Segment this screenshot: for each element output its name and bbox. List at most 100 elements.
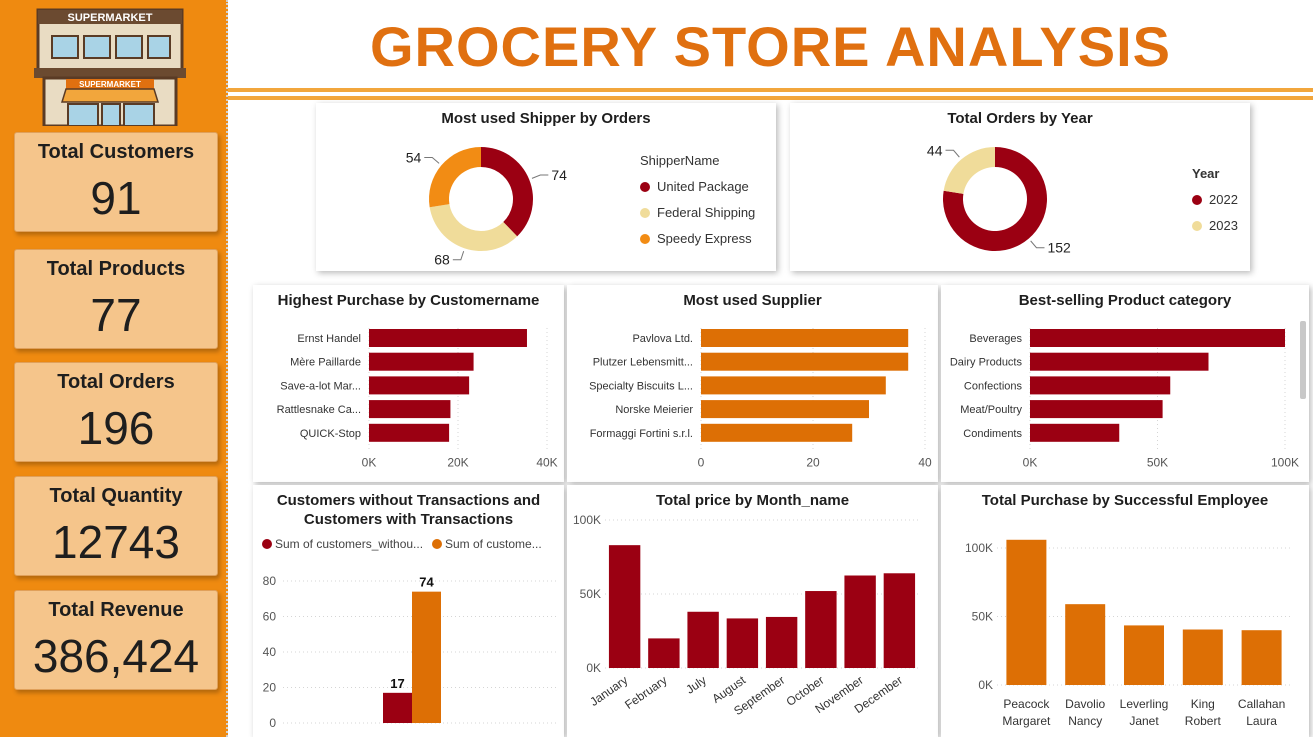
- bar: [369, 329, 527, 347]
- panel-supplier[interactable]: Most used Supplier 0 20 40 Pavlova Ltd. Plut…: [567, 285, 938, 482]
- panel-transactions[interactable]: Customers without Transactions and Custo…: [253, 485, 564, 737]
- category-label: Callahan: [1238, 697, 1285, 711]
- bar: [1030, 423, 1120, 442]
- tick-label: 100K: [573, 513, 601, 527]
- tick-label: 0K: [978, 678, 993, 692]
- bar: [1124, 625, 1164, 685]
- category-label: Formaggi Fortini s.r.l.: [590, 428, 693, 440]
- category-label: Beverages: [969, 333, 1022, 345]
- donut-chart-orders-year[interactable]: 152 44 Year 2022 2023: [790, 103, 1250, 271]
- bar-chart-employee[interactable]: 0K 50K 100K Peacock Margaret Davolio Nancy Leve…: [941, 485, 1309, 737]
- category-label: February: [622, 673, 669, 712]
- donut-slice: [429, 147, 481, 208]
- title-divider: [228, 88, 1313, 92]
- bar: [701, 400, 869, 419]
- category-label: Laura: [1246, 714, 1277, 728]
- panel-employee[interactable]: Total Purchase by Successful Employee 0K…: [941, 485, 1309, 737]
- bar: [369, 423, 450, 442]
- legend-label: Federal Shipping: [657, 205, 755, 220]
- tick-label: 50K: [972, 610, 993, 624]
- legend-title: ShipperName: [640, 153, 720, 168]
- bar: [369, 400, 451, 419]
- legend-title: Year: [1192, 166, 1219, 181]
- donut-slice: [481, 147, 533, 237]
- bar: [608, 545, 641, 668]
- tick-label: 0: [269, 716, 276, 730]
- kpi-value: 77: [90, 289, 142, 341]
- legend-marker: [1192, 221, 1202, 231]
- bar: [1030, 329, 1285, 347]
- bar: [883, 573, 916, 668]
- category-label: Norske Meierier: [615, 404, 693, 416]
- donut-slice: [943, 147, 995, 194]
- leader-line: [452, 251, 465, 261]
- category-label: Robert: [1185, 714, 1222, 728]
- category-label: Rattlesnake Ca...: [277, 404, 361, 416]
- bar: [1030, 400, 1163, 419]
- kpi-value: 386,424: [32, 630, 200, 682]
- leader-line: [1030, 240, 1045, 249]
- kpi-card-quantity: Total Quantity 12743: [14, 476, 218, 576]
- kpi-label: Total Revenue: [48, 599, 184, 621]
- kpi-label: Total Customers: [37, 141, 195, 163]
- bar: [701, 352, 909, 371]
- tick-label: 80: [263, 574, 277, 588]
- panel-shipper[interactable]: Most used Shipper by Orders 74 68 54 Shippe…: [316, 103, 776, 271]
- bar-chart-category[interactable]: 0K 50K 100K Beverages Dairy Products Confecti…: [941, 285, 1309, 482]
- bar-chart-customers[interactable]: 0K 20K 40K Ernst Handel Mère Paillarde Save-a…: [253, 285, 564, 482]
- kpi-label: Total Orders: [57, 371, 175, 393]
- bar: [765, 616, 798, 668]
- donut-chart-shipper[interactable]: 74 68 54 ShipperName United Package Federal S…: [316, 103, 776, 271]
- category-label: Pavlova Ltd.: [632, 333, 693, 345]
- category-label: QUICK-Stop: [300, 428, 361, 440]
- legend-marker: [1192, 195, 1202, 205]
- category-label: Specialty Biscuits L...: [589, 380, 693, 392]
- tick-label: 20: [263, 681, 277, 695]
- kpi-label: Total Quantity: [49, 485, 183, 507]
- kpi-label: Total Products: [46, 258, 186, 280]
- kpi-card-products: Total Products 77: [14, 249, 218, 349]
- logo-sign-text: SUPERMARKET: [79, 80, 141, 89]
- tick-label: 20K: [447, 456, 468, 470]
- bar: [648, 638, 680, 668]
- bar: [1182, 629, 1223, 685]
- bar-chart-month[interactable]: 0K50K100KJanuaryFebruary July AugustSeptem…: [567, 485, 938, 737]
- kpi-value: 12743: [52, 516, 180, 568]
- leader-line: [531, 174, 549, 179]
- data-label: 74: [551, 167, 567, 183]
- bar: [1065, 604, 1106, 685]
- bar: [701, 376, 886, 395]
- category-label: Mère Paillarde: [290, 357, 361, 369]
- category-label: Dairy Products: [950, 357, 1023, 369]
- tick-label: 20: [806, 456, 820, 470]
- bar-chart-transactions[interactable]: 0 20 40 60 80 17 74 Sum of customers_withou... S…: [253, 485, 564, 737]
- category-label: Condiments: [963, 428, 1022, 440]
- bar: [701, 423, 853, 442]
- panel-orders-year[interactable]: Total Orders by Year 152 44 Year 2022 2023: [790, 103, 1250, 271]
- bar: [383, 692, 412, 723]
- category-label: Peacock: [1003, 697, 1050, 711]
- category-label: Leverling: [1120, 697, 1169, 711]
- tick-label: 0K: [1023, 456, 1038, 470]
- legend-label: United Package: [657, 179, 749, 194]
- tick-label: 0K: [586, 661, 601, 675]
- bar-chart-supplier[interactable]: 0 20 40 Pavlova Ltd. Plutzer Lebensmitt... Sp…: [567, 285, 938, 482]
- data-label: 68: [434, 252, 450, 268]
- donut-slice: [429, 204, 518, 252]
- panel-category[interactable]: Best-selling Product category 0K 50K 100K B…: [941, 285, 1309, 482]
- leader-line: [945, 149, 960, 158]
- bar: [1030, 376, 1171, 395]
- panel-month[interactable]: Total price by Month_name 0K 50K 100K Janua…: [567, 485, 938, 737]
- title-divider: [228, 96, 1313, 100]
- panel-customers[interactable]: Highest Purchase by Customername 0K 20K 40…: [253, 285, 564, 482]
- kpi-value: 91: [90, 172, 142, 224]
- supermarket-logo: SUPERMARKET SUPERMARKET: [34, 8, 186, 126]
- category-label: Ernst Handel: [297, 333, 361, 345]
- dashboard-title: GROCERY STORE ANALYSIS: [370, 15, 1171, 78]
- category-label: Save-a-lot Mar...: [280, 380, 361, 392]
- scrollbar[interactable]: [1300, 321, 1306, 399]
- data-label: 152: [1047, 240, 1071, 256]
- bar: [412, 591, 441, 723]
- legend-label: Sum of custome...: [445, 537, 542, 551]
- category-label: Confections: [964, 380, 1023, 392]
